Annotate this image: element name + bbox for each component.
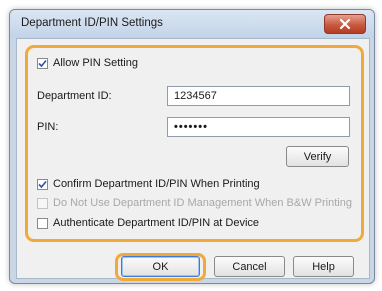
check-icon xyxy=(38,180,47,188)
department-id-label: Department ID: xyxy=(37,90,112,102)
allow-pin-row[interactable]: Allow PIN Setting xyxy=(37,57,138,69)
do-not-use-bw-row: Do Not Use Department ID Management When… xyxy=(37,197,352,209)
confirm-printing-checkbox[interactable] xyxy=(37,178,48,190)
department-pin-settings-dialog: Department ID/PIN Settings Allow PIN Set… xyxy=(9,9,375,284)
ok-button[interactable]: OK xyxy=(121,256,200,277)
authenticate-at-device-checkbox[interactable] xyxy=(37,217,48,229)
help-button[interactable]: Help xyxy=(293,256,354,277)
authenticate-at-device-row[interactable]: Authenticate Department ID/PIN at Device xyxy=(37,217,259,229)
allow-pin-checkbox[interactable] xyxy=(37,57,48,69)
confirm-printing-label: Confirm Department ID/PIN When Printing xyxy=(53,178,260,190)
check-icon xyxy=(38,59,47,67)
do-not-use-bw-checkbox xyxy=(37,197,48,209)
title-bar: Department ID/PIN Settings xyxy=(10,10,374,38)
verify-button[interactable]: Verify xyxy=(286,146,349,167)
pin-label: PIN: xyxy=(37,121,59,133)
authenticate-at-device-label: Authenticate Department ID/PIN at Device xyxy=(53,217,260,229)
close-icon xyxy=(339,18,351,30)
dialog-body: Allow PIN Setting Department ID: 1234567… xyxy=(16,38,370,281)
close-button[interactable] xyxy=(324,14,366,34)
pin-input[interactable]: ••••••• xyxy=(167,117,350,137)
confirm-printing-row[interactable]: Confirm Department ID/PIN When Printing xyxy=(37,178,260,190)
department-id-input[interactable]: 1234567 xyxy=(167,86,350,106)
allow-pin-label: Allow PIN Setting xyxy=(53,57,138,69)
cancel-button[interactable]: Cancel xyxy=(214,256,285,277)
do-not-use-bw-label: Do Not Use Department ID Management When… xyxy=(53,197,352,209)
dialog-title: Department ID/PIN Settings xyxy=(21,17,163,29)
settings-group: Allow PIN Setting Department ID: 1234567… xyxy=(25,45,364,242)
